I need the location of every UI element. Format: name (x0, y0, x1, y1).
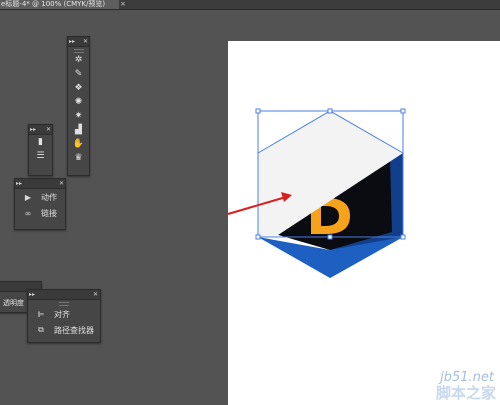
actions-label: 动作 (41, 192, 57, 202)
symbol-screener-icon: ✋ (72, 139, 85, 149)
pathfinder-label: 路径查找器 (54, 325, 94, 335)
gradient-icon: ▮ (38, 137, 43, 147)
panel-header[interactable]: ▸▸ ✕ (68, 37, 89, 47)
pathfinder-icon: ⧉ (38, 325, 44, 334)
symbol-tool-button[interactable]: ▟ (68, 123, 89, 137)
close-icon[interactable]: ✕ (59, 179, 64, 188)
panel-header[interactable]: ▸▸ ✕ (29, 125, 52, 135)
actions-panel: ▸▸ ✕ ▶ 动作 ∞ 链接 (14, 178, 66, 230)
symbol-tool-button[interactable]: ✎ (68, 67, 89, 81)
close-icon[interactable]: ✕ (83, 37, 88, 46)
links-item[interactable]: ∞ 链接 (15, 205, 65, 221)
stroke-icon: ☰ (36, 151, 45, 161)
symbol-styler-icon: ♛ (74, 153, 83, 163)
panel-header[interactable]: ▸▸ ✕ (15, 179, 65, 189)
symbol-sizer-icon: ✺ (74, 97, 83, 107)
panel-grip[interactable] (28, 300, 100, 306)
symbol-tool-button[interactable]: ✷ (68, 109, 89, 123)
link-icon: ∞ (24, 208, 32, 218)
watermark-brand: 脚本之家 (435, 384, 496, 402)
gradient-button[interactable]: ▮ (29, 135, 52, 149)
symbol-sprayer-icon: ✲ (74, 55, 83, 65)
symbol-tool-button[interactable]: ♛ (68, 151, 89, 165)
symbol-tool-button[interactable]: ✋ (68, 137, 89, 151)
actions-item[interactable]: ▶ 动作 (15, 189, 65, 205)
close-icon[interactable]: ✕ (46, 125, 51, 134)
stroke-button[interactable]: ☰ (29, 149, 52, 163)
panel-grip[interactable] (68, 47, 89, 53)
play-icon: ▶ (24, 192, 32, 202)
transparency-tab[interactable]: 透明度 (3, 298, 24, 308)
panel-header[interactable]: ▸▸ ✕ (28, 290, 100, 300)
collapse-icon[interactable]: ▸▸ (16, 179, 22, 188)
close-icon[interactable]: ✕ (93, 290, 98, 299)
align-pathfinder-panel: ▸▸ ✕ ⊫ 对齐 ⧉ 路径查找器 (27, 289, 101, 343)
gradient-stroke-panel: ▸▸ ✕ ▮ ☰ (28, 124, 53, 176)
align-icon: ⊫ (37, 309, 45, 319)
align-label: 对齐 (54, 309, 70, 319)
collapse-icon[interactable]: ▸▸ (30, 125, 36, 134)
symbol-tool-button[interactable]: ✺ (68, 95, 89, 109)
symbol-spinner-icon: ✷ (74, 111, 83, 121)
collapse-icon[interactable]: ▸▸ (29, 290, 35, 299)
collapse-icon[interactable]: ▸▸ (69, 37, 75, 46)
symbol-shifter-icon: ✎ (74, 69, 83, 79)
symbol-stainer-icon: ▟ (75, 125, 82, 135)
symbol-tool-button[interactable]: ❖ (68, 81, 89, 95)
links-label: 链接 (41, 208, 57, 218)
symbol-tools-panel: ▸▸ ✕ ✲ ✎ ❖ ✺ ✷ ▟ ✋ ♛ (67, 36, 90, 176)
symbol-tool-button[interactable]: ✲ (68, 53, 89, 67)
symbol-scruncher-icon: ❖ (74, 83, 83, 93)
pathfinder-item[interactable]: ⧉ 路径查找器 (28, 322, 100, 338)
align-item[interactable]: ⊫ 对齐 (28, 306, 100, 322)
